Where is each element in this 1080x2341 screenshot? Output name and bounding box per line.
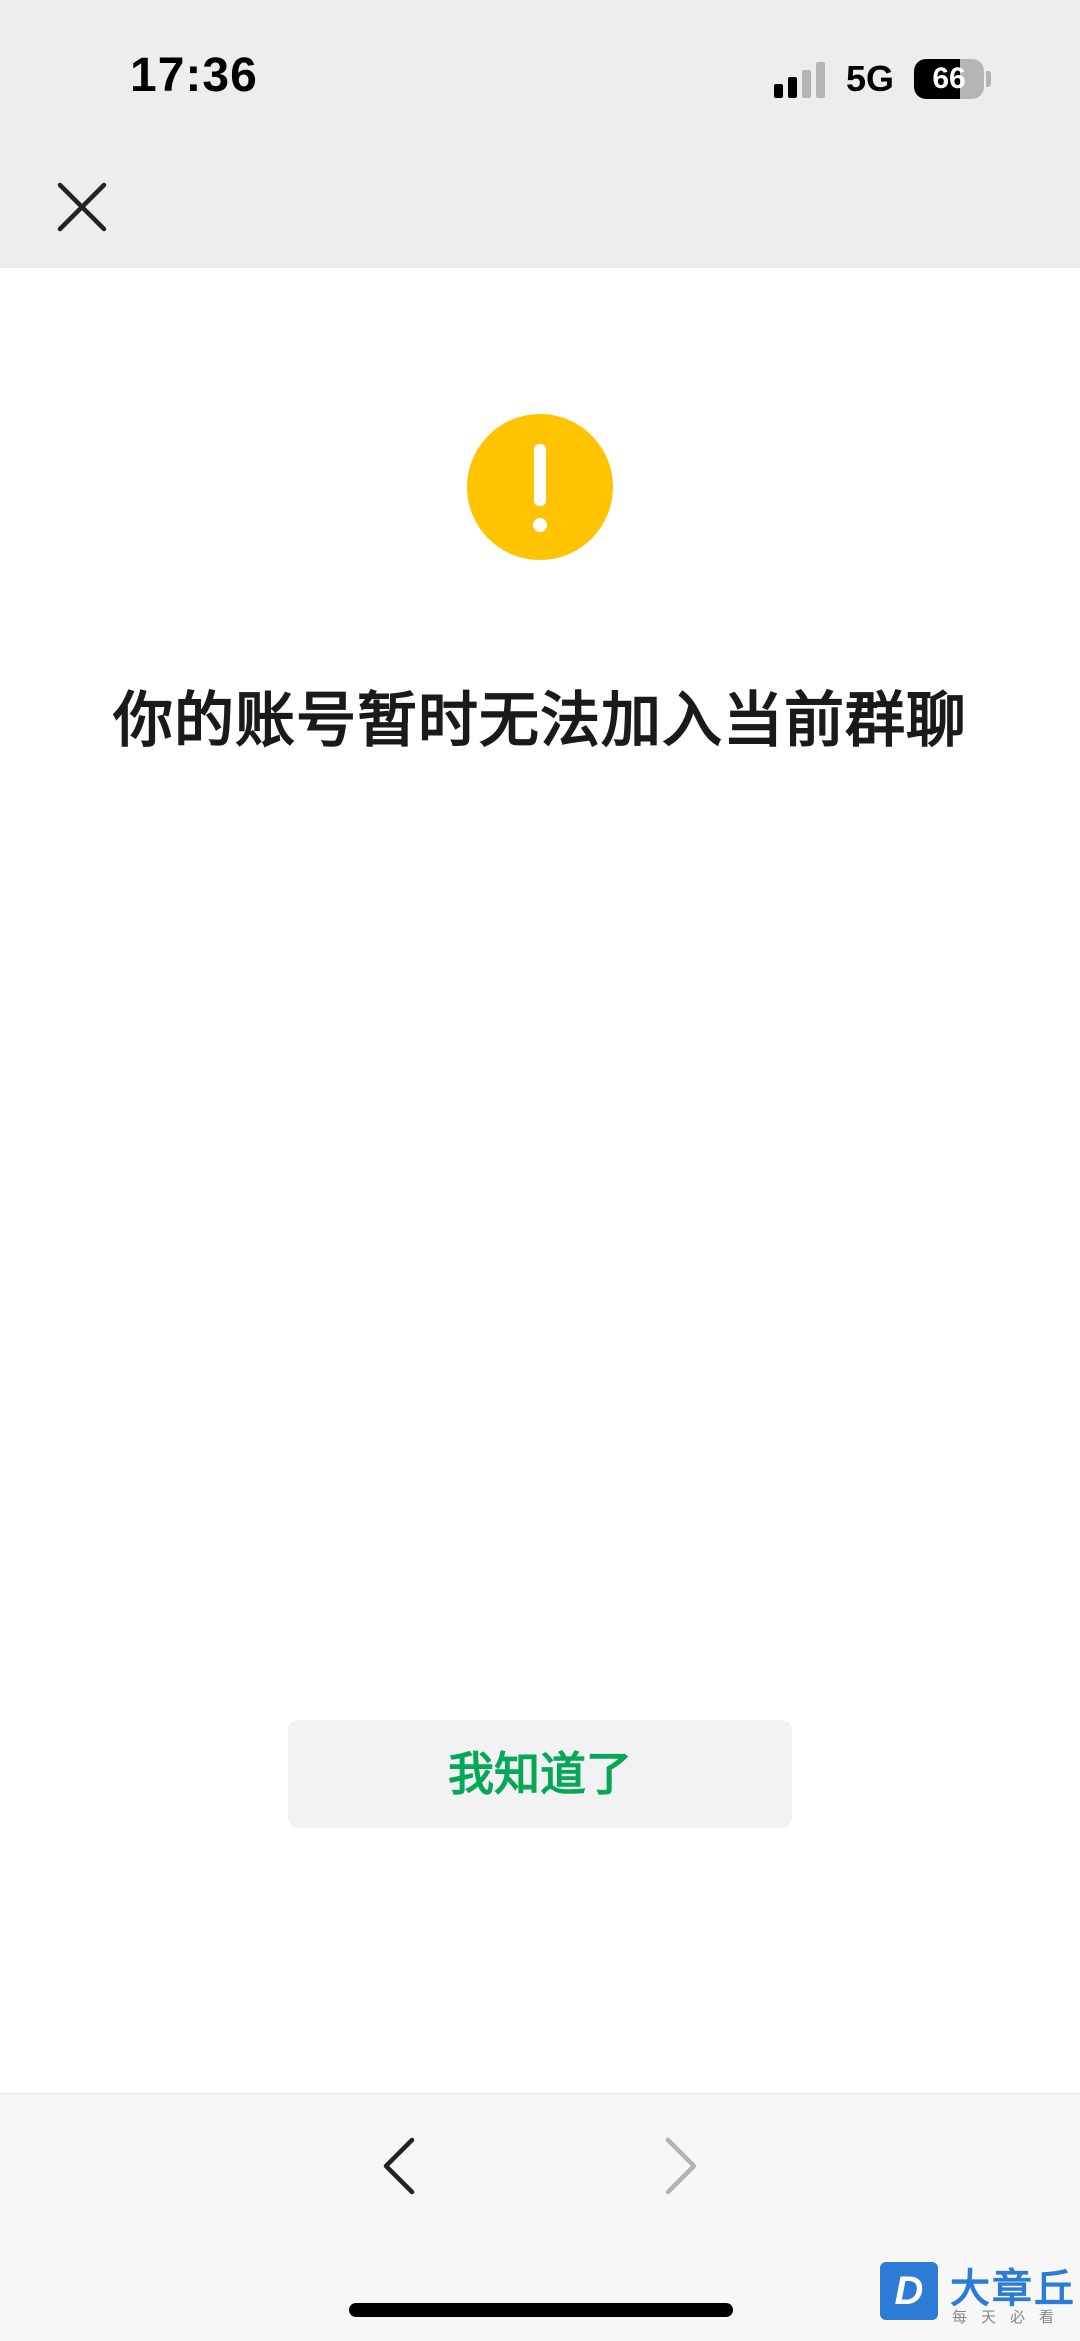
back-button[interactable]: [376, 2134, 424, 2198]
close-button[interactable]: [50, 175, 114, 239]
close-icon: [57, 182, 107, 232]
top-bar: [0, 0, 1080, 268]
signal-bar: [788, 77, 797, 98]
warning-icon: [467, 414, 613, 560]
forward-button[interactable]: [656, 2134, 704, 2198]
battery-cap: [986, 71, 991, 87]
battery-icon: 66: [914, 59, 984, 99]
signal-icon: [774, 62, 830, 98]
network-type: 5G: [846, 58, 895, 99]
error-message: 你的账号暂时无法加入当前群聊: [113, 686, 967, 756]
screen: 17:36 5G 66 你的账号暂时无法加入当前群聊 我知道了 D 大章丘 每天…: [0, 0, 1080, 2341]
watermark-logo: D 大章丘 每天必看: [880, 2256, 1076, 2336]
signal-bar: [802, 70, 811, 98]
chevron-right-icon: [665, 2137, 697, 2195]
home-indicator[interactable]: [349, 2303, 733, 2317]
acknowledge-button[interactable]: 我知道了: [288, 1720, 792, 1828]
watermark-subtitle: 每天必看: [952, 2308, 1069, 2326]
battery-percent: 66: [932, 62, 966, 95]
exclamation-dot: [533, 518, 547, 532]
status-time: 17:36: [130, 49, 258, 102]
signal-bar: [816, 62, 825, 98]
exclamation-stroke: [534, 444, 546, 506]
signal-bar: [774, 84, 783, 98]
chevron-left-icon: [383, 2137, 415, 2195]
watermark-badge: D: [880, 2262, 938, 2320]
watermark-badge-letter: D: [894, 2269, 924, 2313]
